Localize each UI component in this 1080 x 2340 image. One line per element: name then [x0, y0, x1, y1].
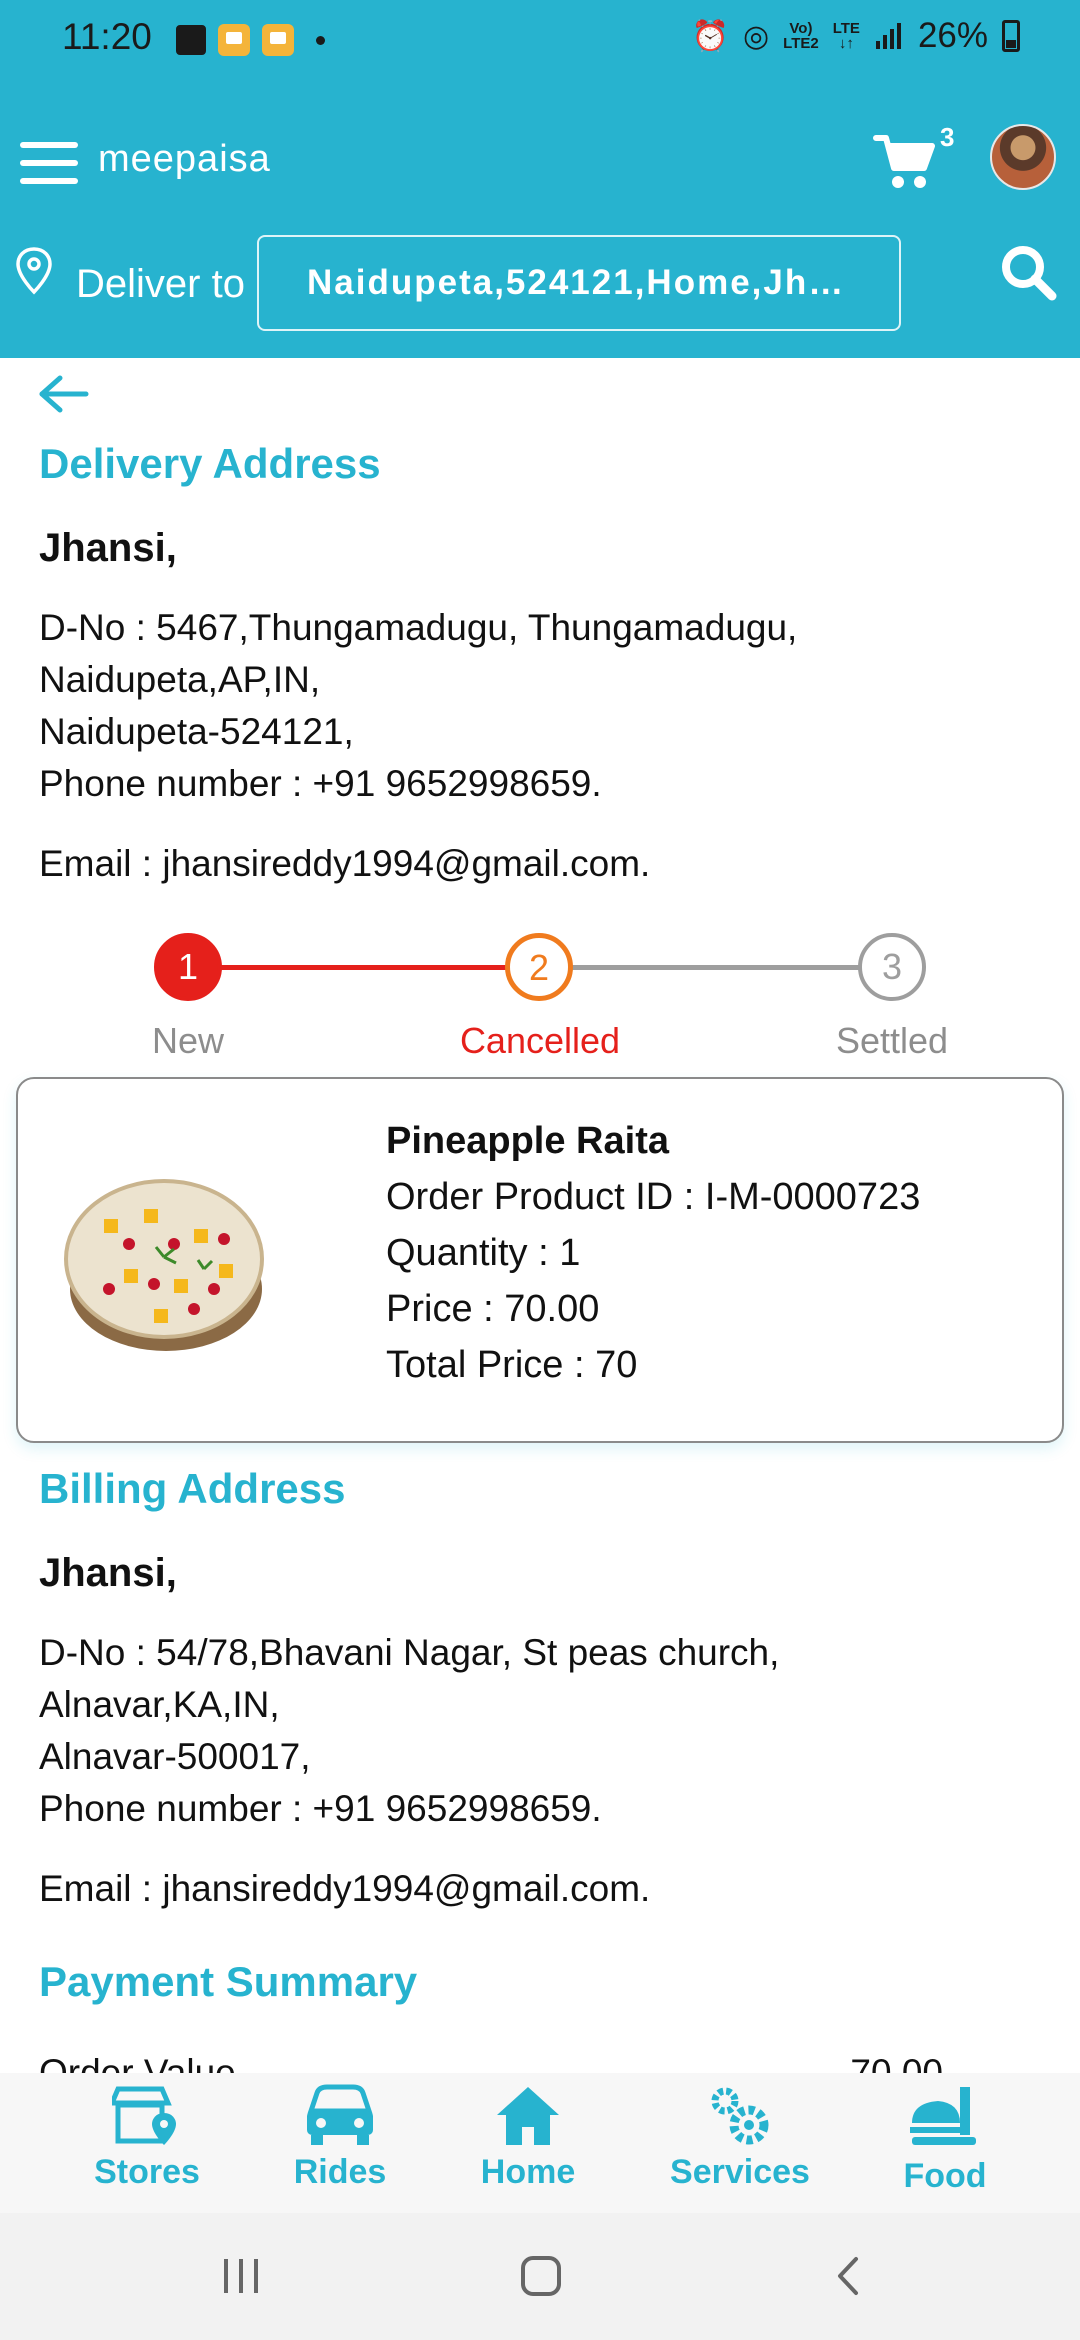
stepper-line-completed	[188, 965, 538, 970]
order-status-stepper: 1 2 3 New Cancelled Settled	[0, 925, 1080, 1075]
message-icon	[218, 24, 250, 56]
step-circle-settled: 3	[858, 933, 926, 1001]
cart-icon[interactable]	[872, 128, 938, 194]
order-product-id: Order Product ID : I-M-0000723	[386, 1176, 921, 1218]
billing-address-title: Billing Address	[39, 1465, 346, 1512]
recent-apps-icon[interactable]	[218, 2253, 264, 2299]
nav-food[interactable]: Food	[855, 2083, 1035, 2196]
product-details: Pineapple Raita Order Product ID : I-M-0…	[386, 1113, 920, 1393]
nav-stores-label: Stores	[94, 2153, 200, 2191]
nav-stores[interactable]: Stores	[57, 2083, 237, 2192]
battery-percent: 26%	[917, 16, 988, 55]
hotspot-icon: ◎	[742, 19, 770, 53]
system-navigation-bar	[0, 2213, 1080, 2340]
product-image	[64, 1179, 264, 1351]
delivery-address-line: D-No : 5467,Thungamadugu, Thungamadugu,	[39, 607, 798, 648]
cart-count-badge: 3	[940, 122, 955, 152]
product-quantity: Quantity : 1	[386, 1232, 581, 1274]
nav-rides-label: Rides	[293, 2153, 387, 2191]
billing-address-block: D-No : 54/78,Bhavani Nagar, St peas chur…	[39, 1627, 779, 1835]
notification-icons	[176, 24, 325, 56]
back-arrow-icon[interactable]	[38, 372, 90, 416]
product-name: Pineapple Raita	[386, 1120, 669, 1162]
lte-indicator: LTE ↓↑	[832, 20, 860, 52]
user-avatar[interactable]	[990, 124, 1056, 190]
more-notifications-dot	[316, 35, 325, 45]
hamburger-menu-icon[interactable]	[20, 142, 78, 184]
volte-indicator: Vo) LTE2	[783, 20, 819, 52]
message-icon	[262, 24, 294, 56]
delivery-phone: Phone number : +91 9652998659.	[39, 763, 602, 804]
product-price: Price : 70.00	[386, 1288, 600, 1330]
brand-name[interactable]: meepaisa	[98, 138, 271, 181]
delivery-address-title: Delivery Address	[39, 440, 381, 487]
step-label-cancelled: Cancelled	[459, 1020, 621, 1061]
product-total-price: Total Price : 70	[386, 1344, 638, 1386]
app-header: meepaisa 3 Deliver to Naidupeta,524121,H…	[0, 80, 1080, 358]
step-label-settled: Settled	[835, 1020, 949, 1061]
order-product-card[interactable]: Pineapple Raita Order Product ID : I-M-0…	[16, 1077, 1064, 1443]
nav-services[interactable]: Services	[650, 2083, 830, 2192]
delivery-address-block: D-No : 5467,Thungamadugu, Thungamadugu, …	[39, 602, 797, 810]
payment-summary-title: Payment Summary	[39, 1958, 418, 2005]
billing-address-line: Alnavar,KA,IN,	[39, 1684, 280, 1725]
delivery-address-line: Naidupeta-524121,	[39, 711, 354, 752]
signal-icon	[875, 23, 901, 49]
nav-home[interactable]: Home	[438, 2083, 618, 2192]
search-icon[interactable]	[998, 242, 1058, 302]
alarm-icon: ⏰	[691, 19, 729, 53]
back-button-icon[interactable]	[826, 2253, 872, 2299]
status-time: 11:20	[62, 16, 152, 57]
step-label-new: New	[151, 1020, 225, 1061]
status-bar: 11:20 ⏰ ◎ Vo) LTE2 LTE ↓↑ 26%	[0, 0, 1080, 80]
car-icon	[307, 2084, 373, 2145]
stores-icon	[112, 2086, 176, 2145]
billing-address-line: Alnavar-500017,	[39, 1736, 311, 1777]
location-pin-icon	[16, 247, 52, 295]
order-value-amount: 70.00	[850, 2052, 943, 2073]
billing-email: Email : jhansireddy1994@gmail.com.	[39, 1868, 651, 1909]
billing-name: Jhansi,	[39, 1551, 177, 1595]
home-icon	[497, 2087, 559, 2145]
nav-food-label: Food	[903, 2157, 987, 2195]
billing-phone: Phone number : +91 9652998659.	[39, 1788, 602, 1829]
delivery-address-selector[interactable]: Naidupeta,524121,Home,Jhansi	[257, 235, 901, 331]
order-value-label: Order Value	[39, 2052, 236, 2073]
gallery-icon	[176, 25, 206, 55]
deliver-to-label: Deliver to	[76, 262, 245, 306]
nav-rides[interactable]: Rides	[250, 2083, 430, 2192]
gears-icon	[711, 2087, 769, 2145]
nav-home-label: Home	[480, 2153, 576, 2191]
order-value-row: Order Value 70.00	[39, 2052, 1039, 2073]
delivery-name: Jhansi,	[39, 526, 177, 570]
stepper-line-pending	[540, 965, 892, 970]
delivery-address-line: Naidupeta,AP,IN,	[39, 659, 321, 700]
billing-address-line: D-No : 54/78,Bhavani Nagar, St peas chur…	[39, 1632, 780, 1673]
system-icons: ⏰ ◎ Vo) LTE2 LTE ↓↑ 26%	[692, 16, 1020, 56]
home-button-icon[interactable]	[518, 2253, 564, 2299]
step-circle-new: 1	[154, 933, 222, 1001]
delivery-email: Email : jhansireddy1994@gmail.com.	[39, 843, 651, 884]
step-circle-cancelled: 2	[505, 933, 573, 1001]
bottom-navigation: Stores Rides Home Services Food	[0, 2073, 1080, 2213]
food-icon	[910, 2087, 976, 2145]
battery-icon	[1002, 20, 1020, 52]
nav-services-label: Services	[670, 2153, 810, 2191]
